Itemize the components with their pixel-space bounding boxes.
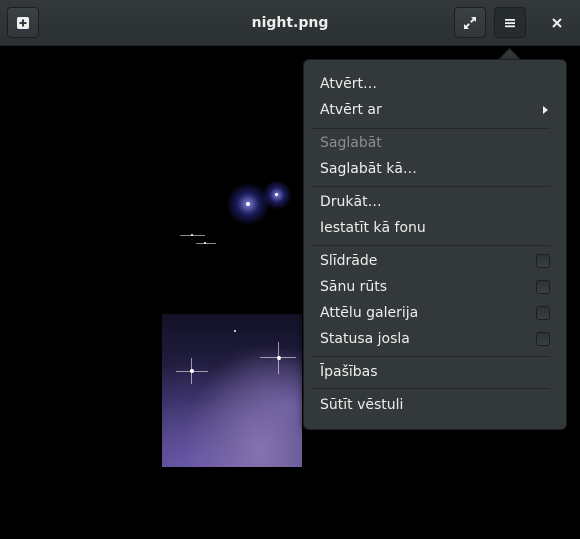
menu-item-label: Atvērt… [320, 76, 377, 92]
side-pane-checkbox[interactable] [536, 280, 550, 294]
menu-item-print[interactable]: Drukāt… [320, 189, 550, 215]
header-bar: night.png [0, 0, 580, 46]
menu-item-open[interactable]: Atvērt… [320, 71, 550, 97]
submenu-arrow-icon [543, 106, 548, 114]
window-title: night.png [251, 15, 329, 31]
menu-item-set-background[interactable]: Iestatīt kā fonu [320, 215, 550, 241]
menu-item-label: Statusa josla [320, 331, 410, 347]
statusbar-checkbox[interactable] [536, 332, 550, 346]
star [234, 330, 236, 332]
star [246, 202, 250, 206]
menu-item-statusbar[interactable]: Statusa josla [320, 326, 550, 352]
menu-button[interactable] [494, 7, 526, 38]
menu-separator [312, 356, 550, 357]
star [190, 369, 194, 373]
app-menu-popover: Atvērt… Atvērt ar Saglabāt Saglabāt kā… … [303, 59, 567, 430]
close-icon [552, 17, 562, 28]
close-button[interactable] [541, 7, 573, 38]
menu-item-label: Drukāt… [320, 194, 382, 210]
star [277, 356, 281, 360]
star-spark [196, 243, 216, 244]
menu-separator [312, 388, 550, 389]
fullscreen-button[interactable] [454, 7, 486, 38]
menu-separator [312, 245, 550, 246]
menu-separator [312, 186, 550, 187]
menu-item-gallery[interactable]: Attēlu galerija [320, 300, 550, 326]
menu-item-side-pane[interactable]: Sānu rūts [320, 274, 550, 300]
menu-item-properties[interactable]: Īpašības [320, 359, 550, 385]
menu-item-save: Saglabāt [320, 130, 550, 156]
menu-item-label: Sūtīt vēstuli [320, 397, 404, 413]
menu-item-label: Iestatīt kā fonu [320, 220, 426, 236]
menu-item-label: Atvērt ar [320, 102, 382, 118]
star [275, 193, 278, 196]
plus-square-icon [17, 16, 29, 29]
menu-item-label: Saglabāt kā… [320, 161, 417, 177]
menu-item-label: Īpašības [320, 364, 378, 380]
menu-separator [312, 128, 550, 129]
hamburger-menu-icon [505, 18, 515, 27]
menu-item-label: Slīdrāde [320, 253, 378, 269]
slideshow-checkbox[interactable] [536, 254, 550, 268]
fullscreen-icon [464, 16, 476, 29]
image-content [162, 314, 302, 467]
menu-item-label: Attēlu galerija [320, 305, 419, 321]
menu-item-label: Saglabāt [320, 135, 382, 151]
menu-item-save-as[interactable]: Saglabāt kā… [320, 156, 550, 182]
menu-item-open-with[interactable]: Atvērt ar [320, 97, 550, 123]
star-spark [180, 235, 205, 236]
menu-item-slideshow[interactable]: Slīdrāde [320, 248, 550, 274]
menu-item-label: Sānu rūts [320, 279, 388, 295]
menu-item-send-email[interactable]: Sūtīt vēstuli [320, 392, 550, 418]
new-window-button[interactable] [7, 7, 39, 38]
gallery-checkbox[interactable] [536, 306, 550, 320]
